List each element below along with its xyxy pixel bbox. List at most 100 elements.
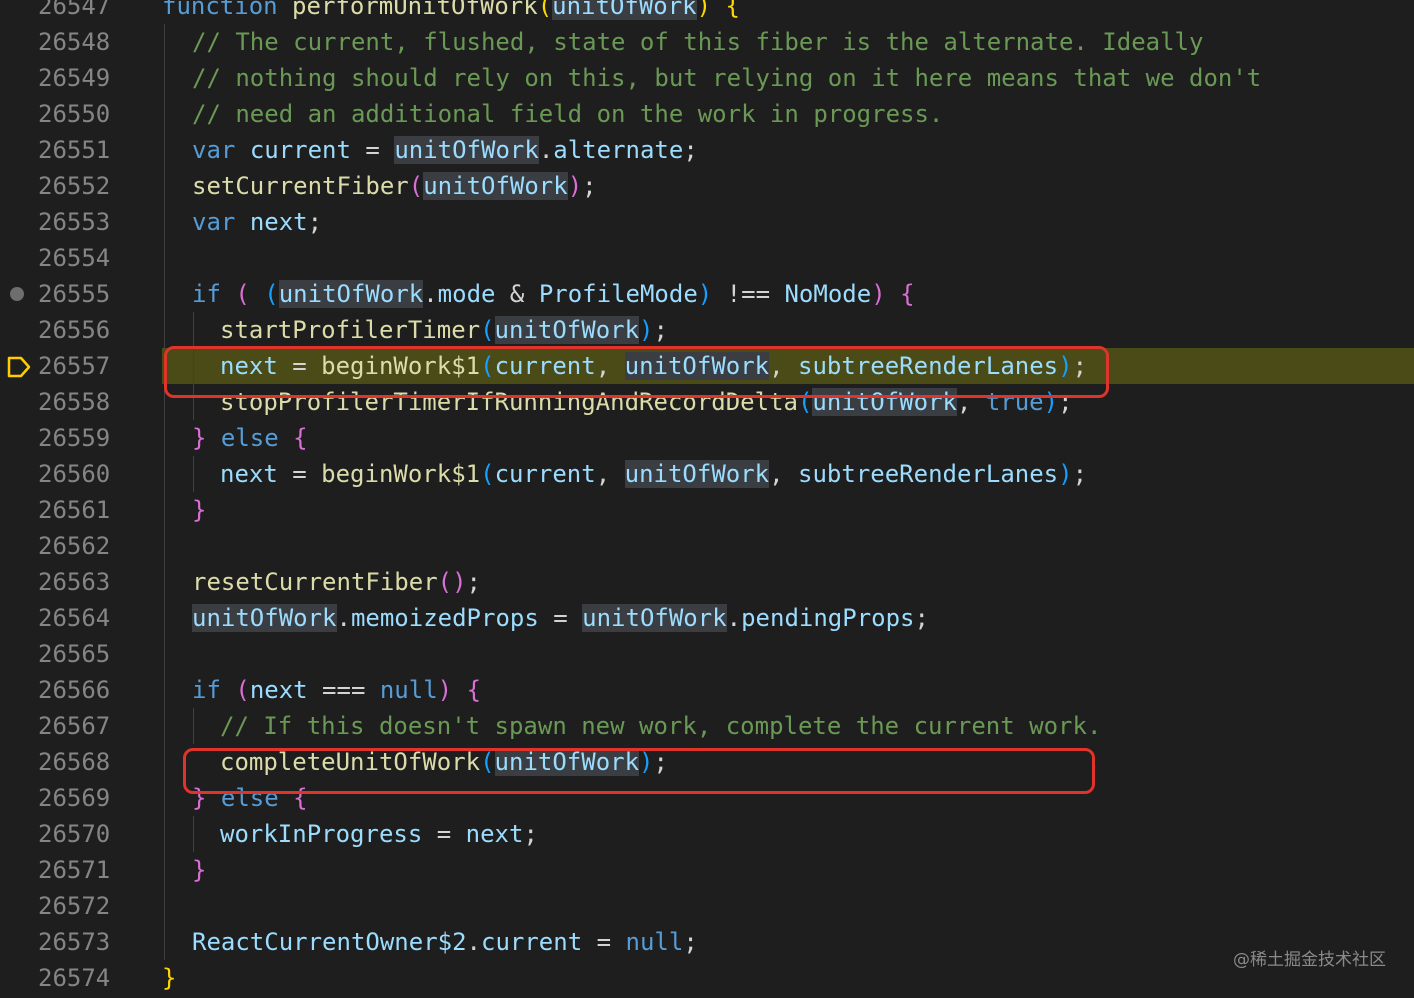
indent-guide — [164, 528, 165, 564]
code-line[interactable]: 26550 // need an additional field on the… — [0, 96, 1414, 132]
code-text[interactable]: if (next === null) { — [192, 672, 481, 708]
code-line[interactable]: 26554 — [0, 240, 1414, 276]
code-text[interactable]: next = beginWork$1(current, unitOfWork, … — [220, 456, 1087, 492]
gutter[interactable]: 26549 — [0, 60, 120, 96]
code-line[interactable]: 26565 — [0, 636, 1414, 672]
code-line[interactable]: 26570 workInProgress = next; — [0, 816, 1414, 852]
code-line[interactable]: 26572 — [0, 888, 1414, 924]
code-line[interactable]: 26566 if (next === null) { — [0, 672, 1414, 708]
line-number: 26572 — [38, 892, 111, 920]
code-line[interactable]: 26551 var current = unitOfWork.alternate… — [0, 132, 1414, 168]
token-comment: // need an additional field on the work … — [192, 100, 944, 128]
gutter[interactable]: 26572 — [0, 888, 120, 924]
code-line[interactable]: 26561 } — [0, 492, 1414, 528]
gutter[interactable]: 26554 — [0, 240, 120, 276]
gutter[interactable]: 26553 — [0, 204, 120, 240]
code-line[interactable]: 26564 unitOfWork.memoizedProps = unitOfW… — [0, 600, 1414, 636]
code-line[interactable]: 26547 function performUnitOfWork(unitOfW… — [0, 0, 1414, 24]
code-line[interactable]: 26574 } — [0, 960, 1414, 996]
gutter[interactable]: 26557 — [0, 348, 120, 384]
line-number: 26573 — [38, 928, 111, 956]
code-text[interactable]: // If this doesn't spawn new work, compl… — [220, 708, 1101, 744]
code-text[interactable]: unitOfWork.memoizedProps = unitOfWork.pe… — [192, 600, 929, 636]
indent-guide — [193, 708, 194, 744]
code-line[interactable]: 26562 — [0, 528, 1414, 564]
line-number: 26564 — [38, 604, 111, 632]
indent-guide — [164, 816, 165, 852]
code-line[interactable]: 26563 resetCurrentFiber(); — [0, 564, 1414, 600]
gutter[interactable]: 26551 — [0, 132, 120, 168]
line-number: 26557 — [38, 352, 111, 380]
token-comment: // The current, flushed, state of this f… — [192, 28, 1204, 56]
gutter[interactable]: 26552 — [0, 168, 120, 204]
code-text[interactable]: // The current, flushed, state of this f… — [192, 24, 1203, 60]
code-line[interactable]: 26556 startProfilerTimer(unitOfWork); — [0, 312, 1414, 348]
code-line[interactable]: 26548 // The current, flushed, state of … — [0, 24, 1414, 60]
code-text[interactable]: } — [162, 960, 176, 996]
code-text[interactable]: function performUnitOfWork(unitOfWork) { — [162, 0, 740, 24]
gutter[interactable]: 26555 — [0, 276, 120, 312]
code-text[interactable]: workInProgress = next; — [220, 816, 538, 852]
code-text[interactable]: } else { — [192, 420, 308, 456]
code-line[interactable]: 26555 if ( (unitOfWork.mode & ProfileMod… — [0, 276, 1414, 312]
gutter[interactable]: 26574 — [0, 960, 120, 996]
line-number: 26565 — [38, 640, 111, 668]
code-text[interactable]: if ( (unitOfWork.mode & ProfileMode) !==… — [192, 276, 915, 312]
code-line[interactable]: 26560 next = beginWork$1(current, unitOf… — [0, 456, 1414, 492]
gutter[interactable]: 26550 — [0, 96, 120, 132]
indent-guide — [164, 888, 165, 924]
gutter[interactable]: 26562 — [0, 528, 120, 564]
gutter[interactable]: 26563 — [0, 564, 120, 600]
code-line[interactable]: 26567 // If this doesn't spawn new work,… — [0, 708, 1414, 744]
debug-paused-arrow-icon[interactable] — [7, 356, 31, 378]
gutter[interactable]: 26547 — [0, 0, 120, 24]
watermark: @稀土掘金技术社区 — [1233, 950, 1386, 970]
indent-guide — [164, 492, 165, 528]
gutter[interactable]: 26566 — [0, 672, 120, 708]
gutter[interactable]: 26548 — [0, 24, 120, 60]
line-number: 26571 — [38, 856, 111, 884]
gutter[interactable]: 26573 — [0, 924, 120, 960]
indent-guide — [193, 816, 194, 852]
code-text[interactable]: } — [192, 492, 206, 528]
line-number: 26550 — [38, 100, 111, 128]
code-text[interactable]: var next; — [192, 204, 322, 240]
gutter[interactable]: 26564 — [0, 600, 120, 636]
indent-guide — [164, 276, 165, 312]
code-line[interactable]: 26549 // nothing should rely on this, bu… — [0, 60, 1414, 96]
breakpoint-dot-icon[interactable] — [10, 287, 24, 301]
code-line[interactable]: 26573 ReactCurrentOwner$2.current = null… — [0, 924, 1414, 960]
gutter[interactable]: 26568 — [0, 744, 120, 780]
line-number: 26559 — [38, 424, 111, 452]
code-line[interactable]: 26552 setCurrentFiber(unitOfWork); — [0, 168, 1414, 204]
code-text[interactable]: } — [192, 852, 206, 888]
gutter[interactable]: 26570 — [0, 816, 120, 852]
gutter[interactable]: 26567 — [0, 708, 120, 744]
code-line[interactable]: 26559 } else { — [0, 420, 1414, 456]
code-text[interactable]: var current = unitOfWork.alternate; — [192, 132, 698, 168]
code-line[interactable]: 26571 } — [0, 852, 1414, 888]
line-number: 26552 — [38, 172, 111, 200]
gutter[interactable]: 26571 — [0, 852, 120, 888]
code-text[interactable]: setCurrentFiber(unitOfWork); — [192, 168, 597, 204]
code-editor[interactable]: 26547 function performUnitOfWork(unitOfW… — [0, 0, 1414, 998]
annotation-box-beginwork — [164, 346, 1109, 398]
code-text[interactable]: startProfilerTimer(unitOfWork); — [220, 312, 668, 348]
indent-guide — [164, 312, 165, 348]
gutter[interactable]: 26559 — [0, 420, 120, 456]
gutter[interactable]: 26561 — [0, 492, 120, 528]
line-number: 26563 — [38, 568, 111, 596]
token-comment: // nothing should rely on this, but rely… — [192, 64, 1262, 92]
gutter[interactable]: 26558 — [0, 384, 120, 420]
code-text[interactable]: ReactCurrentOwner$2.current = null; — [192, 924, 698, 960]
code-text[interactable]: // nothing should rely on this, but rely… — [192, 60, 1261, 96]
code-text[interactable]: resetCurrentFiber(); — [192, 564, 481, 600]
gutter[interactable]: 26560 — [0, 456, 120, 492]
gutter[interactable]: 26565 — [0, 636, 120, 672]
gutter[interactable]: 26556 — [0, 312, 120, 348]
code-text[interactable]: // need an additional field on the work … — [192, 96, 943, 132]
indent-guide — [164, 240, 165, 276]
gutter[interactable]: 26569 — [0, 780, 120, 816]
code-line[interactable]: 26553 var next; — [0, 204, 1414, 240]
line-number: 26555 — [38, 280, 111, 308]
